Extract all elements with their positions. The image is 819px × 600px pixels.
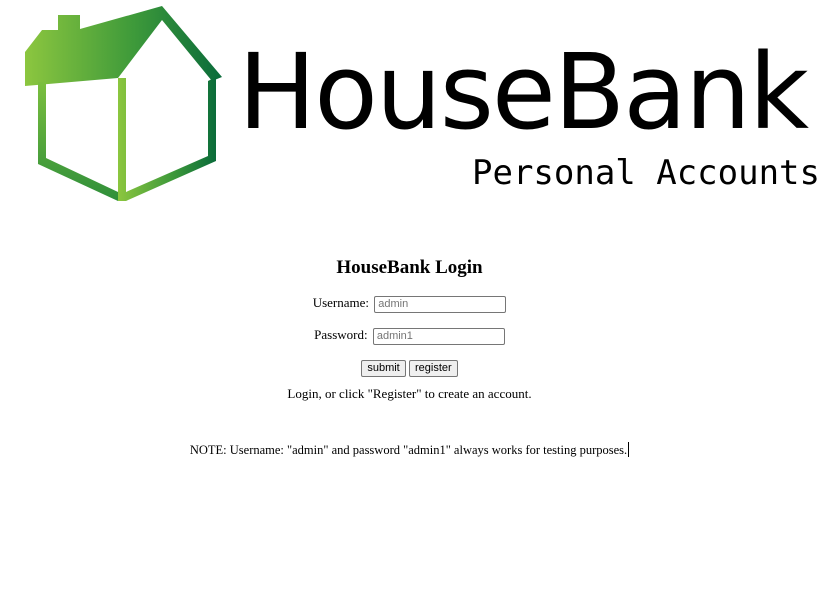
password-row: Password:	[0, 325, 819, 345]
house-icon	[25, 6, 222, 201]
submit-button[interactable]: submit	[361, 359, 406, 377]
brand-name: HouseBank	[238, 31, 809, 153]
login-form: HouseBank Login Username: Password: subm…	[0, 255, 819, 403]
password-label: Password:	[314, 327, 368, 342]
logo: HouseBank Personal Accounts	[0, 0, 819, 215]
brand-subtitle: Personal Accounts	[472, 153, 819, 193]
login-title: HouseBank Login	[336, 257, 483, 278]
register-button[interactable]: register	[408, 359, 458, 377]
username-row: Username:	[0, 293, 819, 313]
button-row: submit register	[0, 357, 819, 377]
text-cursor	[628, 442, 630, 457]
note-row: NOTE: Username: "admin" and password "ad…	[0, 441, 819, 459]
username-input[interactable]	[374, 295, 507, 313]
testing-note: NOTE: Username: "admin" and password "ad…	[189, 443, 628, 457]
password-input[interactable]	[372, 327, 505, 345]
page: HouseBank Personal Accounts HouseBank Lo…	[0, 0, 819, 600]
login-hint: Login, or click "Register" to create an …	[287, 386, 532, 401]
username-label: Username:	[312, 295, 370, 310]
